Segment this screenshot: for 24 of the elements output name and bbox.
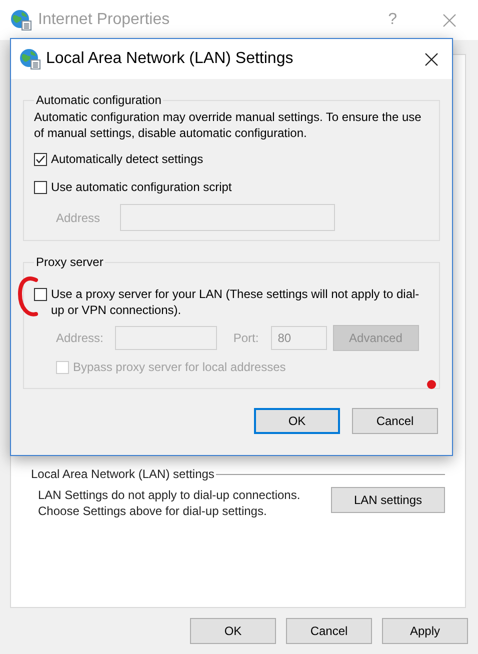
- dialog-button[interactable]: Cancel: [352, 408, 438, 434]
- checkbox[interactable]: [34, 180, 47, 194]
- checkbox-label[interactable]: Automatically detect settings: [51, 150, 204, 168]
- field-label: Port:: [233, 330, 259, 347]
- lan-settings-button[interactable]: LAN settings: [331, 487, 445, 513]
- dialog-button[interactable]: OK: [254, 408, 340, 434]
- checkbox[interactable]: [34, 152, 47, 166]
- group-label: Proxy server: [35, 254, 104, 271]
- globe-icon: [19, 48, 41, 70]
- group-label: Local Area Network (LAN) settings: [31, 466, 214, 483]
- field-label: Address:: [56, 330, 104, 347]
- proxy-address-field[interactable]: [115, 326, 218, 350]
- dialog-button[interactable]: Apply: [382, 618, 468, 644]
- globe-icon: [10, 9, 32, 31]
- field-label: Address: [56, 210, 100, 226]
- close-icon[interactable]: [425, 52, 438, 66]
- checkbox-label[interactable]: Use automatic configuration script: [51, 178, 232, 196]
- dialog-button[interactable]: Cancel: [286, 618, 372, 644]
- window-title: Internet Properties: [38, 10, 171, 30]
- dialog-button[interactable]: OK: [190, 618, 276, 644]
- lan-description: LAN Settings do not apply to dial-up connections. Choose Settings above for dial-up settings.: [38, 487, 302, 519]
- group-label: Automatic configuration: [35, 92, 162, 109]
- dialog-title: Local Area Network (LAN) Settings: [46, 49, 294, 69]
- auto-config-description: Automatic configuration may override manual settings. To ensure the use of manual settings, disable automatic configuration.: [34, 109, 422, 141]
